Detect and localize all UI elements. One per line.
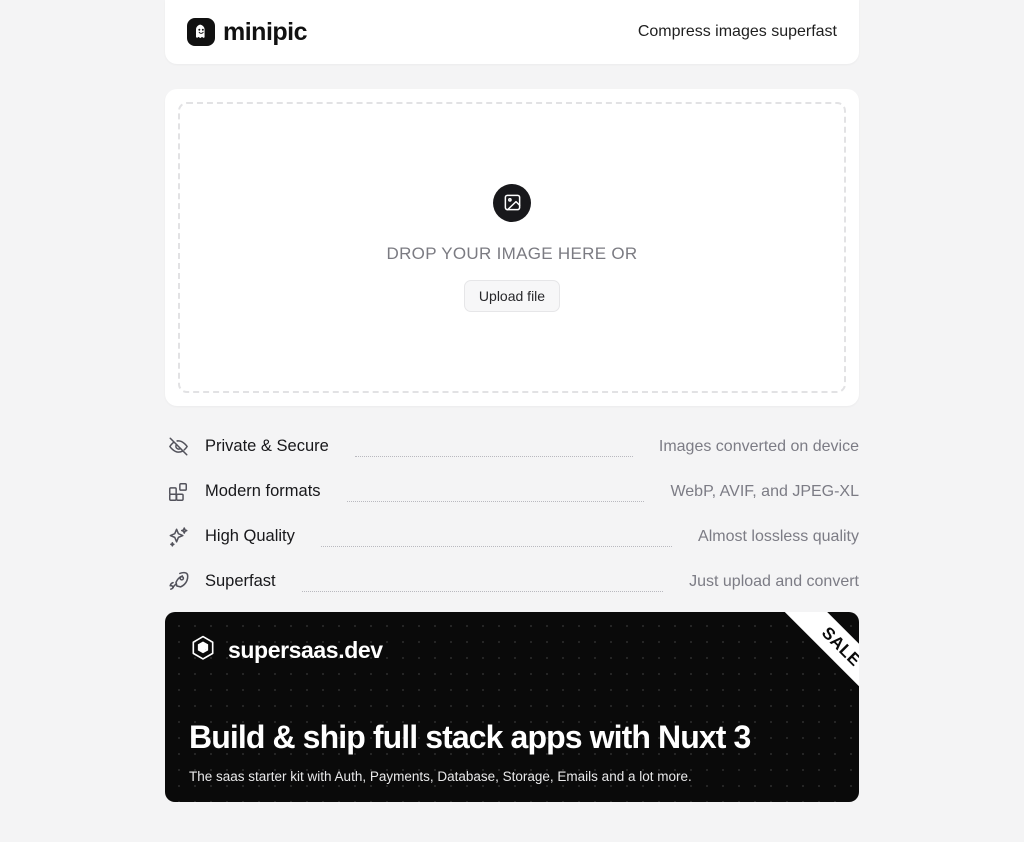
header-tagline: Compress images superfast bbox=[637, 23, 837, 40]
feature-label: Modern formats bbox=[205, 482, 321, 500]
blocks-grid-icon bbox=[165, 479, 191, 505]
image-placeholder-icon bbox=[493, 183, 531, 222]
dropzone-card: DROP YOUR IMAGE HERE OR Upload file bbox=[165, 89, 859, 406]
feature-dot-leader bbox=[320, 546, 673, 547]
promo-brand-group: supersaas.dev bbox=[189, 634, 835, 667]
feature-value: Images converted on device bbox=[658, 437, 859, 455]
upload-file-button[interactable]: Upload file bbox=[463, 279, 561, 312]
feature-label: High Quality bbox=[205, 527, 295, 545]
dropzone-prompt: DROP YOUR IMAGE HERE OR bbox=[386, 243, 638, 263]
brand-logo-group[interactable]: minipic bbox=[187, 17, 308, 47]
ghost-face-icon bbox=[187, 18, 215, 46]
promo-content: supersaas.dev Build & ship full stack ap… bbox=[189, 634, 835, 784]
dropzone-area[interactable]: DROP YOUR IMAGE HERE OR Upload file bbox=[178, 102, 846, 393]
app-page: minipic Compress images superfast DROP Y… bbox=[0, 0, 1024, 842]
feature-dot-leader bbox=[301, 591, 664, 592]
rocket-icon bbox=[165, 569, 191, 595]
feature-row-modern-formats: Modern formats WebP, AVIF, and JPEG-XL bbox=[165, 469, 859, 514]
feature-label: Private & Secure bbox=[205, 437, 329, 455]
sale-ribbon-label: SALE bbox=[817, 623, 859, 671]
sale-ribbon-band: SALE bbox=[770, 612, 859, 718]
feature-value: Just upload and convert bbox=[689, 572, 859, 590]
feature-dot-leader bbox=[346, 501, 645, 502]
promo-brand-name: supersaas.dev bbox=[228, 637, 383, 663]
cube-box-icon bbox=[189, 634, 217, 667]
feature-dot-leader bbox=[354, 456, 633, 457]
promo-banner[interactable]: SALE supersaas.dev Build & ship full sta… bbox=[165, 612, 859, 802]
feature-row-high-quality: High Quality Almost lossless quality bbox=[165, 514, 859, 559]
page-container: minipic Compress images superfast DROP Y… bbox=[165, 0, 859, 802]
sparkles-icon bbox=[165, 524, 191, 550]
eye-off-icon bbox=[165, 434, 191, 460]
brand-name: minipic bbox=[223, 17, 308, 46]
promo-headline: Build & ship full stack apps with Nuxt 3 bbox=[189, 719, 751, 755]
promo-subtitle: The saas starter kit with Auth, Payments… bbox=[189, 769, 692, 784]
feature-list: Private & Secure Images converted on dev… bbox=[165, 424, 859, 604]
feature-row-superfast: Superfast Just upload and convert bbox=[165, 559, 859, 604]
feature-value: Almost lossless quality bbox=[698, 527, 859, 545]
feature-label: Superfast bbox=[205, 572, 276, 590]
header-bar: minipic Compress images superfast bbox=[165, 0, 859, 64]
sale-ribbon: SALE bbox=[744, 612, 859, 727]
feature-value: WebP, AVIF, and JPEG-XL bbox=[670, 482, 859, 500]
feature-row-private-secure: Private & Secure Images converted on dev… bbox=[165, 424, 859, 469]
